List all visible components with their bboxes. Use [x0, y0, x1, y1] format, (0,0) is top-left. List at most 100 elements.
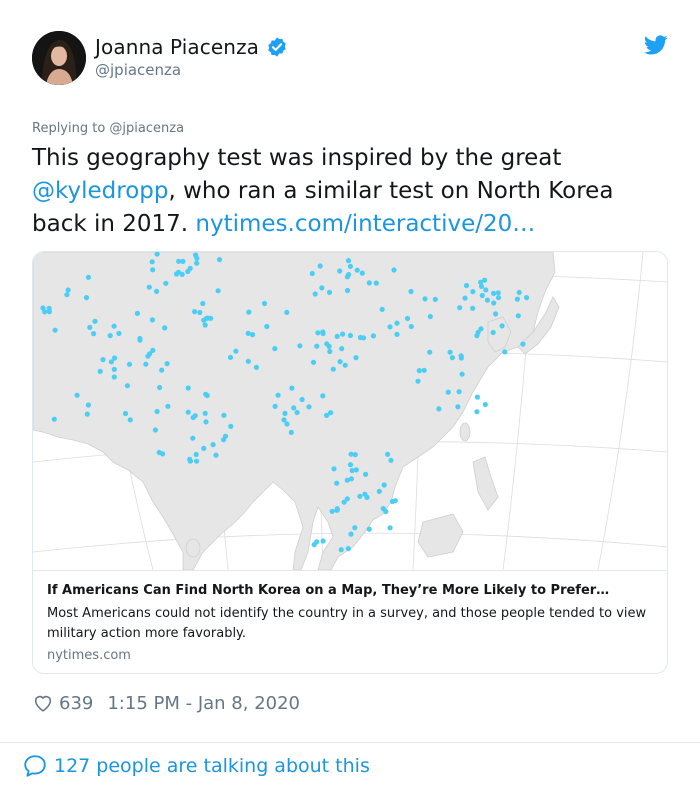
map-dot	[352, 525, 358, 531]
map-dot	[381, 482, 387, 488]
map-dot	[311, 542, 317, 548]
map-dot	[164, 361, 170, 367]
map-dot	[282, 410, 288, 416]
map-dot	[463, 282, 470, 289]
map-dot	[190, 435, 196, 441]
map-dot	[291, 405, 297, 411]
map-dot	[320, 393, 326, 399]
map-dot	[495, 290, 501, 296]
map-dot	[107, 333, 113, 339]
map-dot	[197, 309, 203, 316]
map-dot	[502, 349, 508, 355]
map-dot	[478, 326, 484, 332]
mention-link[interactable]: @kyledropp	[32, 178, 168, 204]
map-dot	[309, 270, 315, 277]
map-dot	[445, 389, 451, 395]
map-dot	[233, 348, 239, 354]
map-dot	[347, 462, 354, 468]
map-dot	[385, 451, 391, 457]
map-dot	[479, 292, 485, 299]
map-dot	[152, 427, 158, 433]
author-handle[interactable]: @jpiacenza	[95, 61, 288, 79]
map-dot	[499, 323, 505, 329]
map-dot	[173, 271, 180, 277]
map-dot	[320, 329, 326, 335]
map-dot	[470, 289, 476, 295]
map-dot	[345, 546, 351, 552]
map-dot	[42, 309, 48, 315]
map-dot	[359, 270, 365, 276]
map-dot	[457, 305, 463, 311]
heart-icon[interactable]	[32, 692, 54, 714]
conversation-label: 127 people are talking about this	[54, 755, 370, 777]
map-dot	[272, 346, 278, 352]
avatar[interactable]	[32, 31, 86, 85]
timestamp[interactable]: 1:15 PM - Jan 8, 2020	[107, 693, 300, 714]
divider	[0, 742, 700, 743]
map-dot	[213, 452, 219, 458]
map-dot	[201, 445, 207, 451]
map-dot	[337, 268, 343, 274]
map-dot	[194, 260, 200, 266]
map-dot	[146, 284, 152, 290]
map-dot	[334, 333, 340, 339]
map-dot	[203, 315, 210, 321]
map-dot	[483, 287, 489, 293]
map-dot	[324, 412, 330, 418]
map-dot	[288, 429, 294, 435]
map-dot	[383, 508, 389, 515]
map-dot	[346, 272, 352, 278]
tweet-text-part1: This geography test was inspired by the …	[32, 145, 562, 171]
map-dot	[352, 452, 358, 458]
map-dot	[250, 332, 256, 338]
map-dot	[194, 255, 200, 261]
map-dot	[127, 417, 133, 423]
map-dot	[310, 359, 317, 365]
link-card[interactable]: If Americans Can Find North Korea on a M…	[32, 251, 668, 674]
map-dot	[394, 331, 400, 337]
map-dot	[391, 267, 397, 273]
conversation-link[interactable]: 127 people are talking about this	[22, 752, 370, 780]
map-dot	[149, 317, 155, 323]
tweet-meta: 639 1:15 PM - Jan 8, 2020	[32, 690, 300, 716]
asia-map-image	[33, 252, 667, 571]
map-dot	[159, 367, 165, 373]
map-dot	[491, 300, 497, 306]
map-dot	[474, 409, 480, 415]
map-dot	[203, 419, 209, 425]
map-dot	[116, 330, 122, 336]
map-dot	[264, 323, 270, 330]
card-body: If Americans Can Find North Korea on a M…	[33, 570, 667, 673]
map-dot	[246, 309, 252, 315]
display-name[interactable]: Joanna Piacenza	[95, 35, 259, 59]
like-count[interactable]: 639	[59, 693, 93, 714]
map-dot	[449, 355, 455, 361]
map-dot	[204, 392, 210, 399]
map-dot	[202, 410, 208, 416]
map-dot	[210, 442, 216, 448]
map-dot	[92, 318, 98, 324]
map-dot	[363, 471, 369, 477]
map-dot	[334, 506, 340, 512]
map-dot	[83, 295, 90, 301]
card-title[interactable]: If Americans Can Find North Korea on a M…	[47, 583, 657, 598]
article-link[interactable]: nytimes.com/interactive/20…	[195, 211, 535, 237]
map-dot	[362, 491, 368, 497]
map-dot	[474, 333, 480, 339]
map-dot	[330, 366, 336, 372]
map-dot	[91, 331, 97, 337]
map-dot	[387, 324, 393, 330]
map-dot	[272, 403, 278, 409]
speech-bubble-icon	[24, 755, 46, 777]
map-dot	[474, 394, 480, 400]
map-dot	[154, 288, 160, 294]
map-dot	[85, 402, 91, 408]
map-dot	[111, 374, 117, 380]
map-dot	[387, 525, 393, 531]
map-dot	[459, 371, 465, 377]
map-dot	[379, 306, 385, 312]
map-dot	[447, 349, 453, 355]
twitter-bird-icon[interactable]	[644, 33, 668, 57]
replying-to: Replying to @jpiacenza	[32, 121, 185, 136]
map-dot	[353, 355, 359, 361]
